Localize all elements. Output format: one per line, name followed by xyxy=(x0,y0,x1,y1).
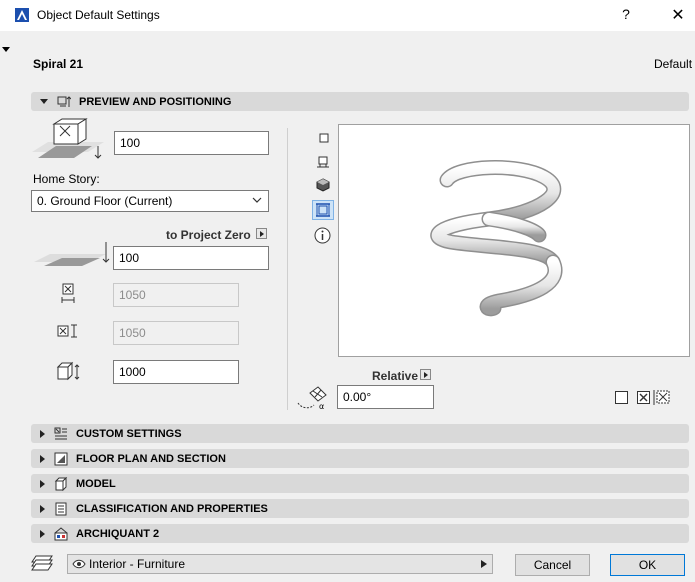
section-preview-positioning[interactable]: PREVIEW AND POSITIONING xyxy=(31,92,689,111)
ok-button[interactable]: OK xyxy=(610,554,685,576)
section-classification-and-properties[interactable]: CLASSIFICATION AND PROPERTIES xyxy=(31,499,689,518)
collapsed-triangle-icon xyxy=(40,504,45,513)
height-icon xyxy=(56,361,80,381)
info-icon[interactable] xyxy=(314,227,331,244)
floor-plan-icon xyxy=(54,452,68,465)
section-view-icon[interactable] xyxy=(316,155,330,169)
offset-from-story-icon xyxy=(32,118,104,159)
3d-view-icon[interactable] xyxy=(316,178,330,192)
cancel-button[interactable]: Cancel xyxy=(515,554,590,576)
elevation-field[interactable]: 100 xyxy=(113,246,269,270)
settings-mode-label: Default xyxy=(654,57,693,71)
section-label: ARCHIQUANT 2 xyxy=(76,527,160,540)
help-button[interactable]: ? xyxy=(616,6,636,22)
custom-settings-icon xyxy=(54,427,67,439)
mirror-checkbox[interactable] xyxy=(615,391,628,404)
section-label: FLOOR PLAN AND SECTION xyxy=(76,452,226,465)
layer-select[interactable]: Interior - Furniture xyxy=(67,554,493,574)
reference-level-popup-button[interactable] xyxy=(256,228,267,239)
section-archiquant[interactable]: ARCHIQUANT 2 xyxy=(31,524,689,543)
chevron-down-icon xyxy=(252,197,262,203)
offset-field[interactable]: 100 xyxy=(114,131,269,155)
layer-icon xyxy=(31,555,53,571)
spiral-preview-image xyxy=(430,160,563,317)
archiquant-icon xyxy=(54,526,68,540)
home-story-label: Home Story: xyxy=(33,172,100,186)
width-icon xyxy=(61,283,75,303)
home-story-select[interactable]: 0. Ground Floor (Current) xyxy=(31,190,269,212)
plan-view-icon[interactable] xyxy=(317,131,331,145)
window-title: Object Default Settings xyxy=(37,8,160,22)
expanded-triangle-icon xyxy=(40,99,48,104)
collapsed-triangle-icon xyxy=(40,529,45,538)
elevation-icon xyxy=(34,242,110,266)
mirror-y-icon[interactable] xyxy=(652,390,672,405)
close-button[interactable]: ✕ xyxy=(668,5,688,25)
classification-icon xyxy=(55,502,67,515)
section-label: MODEL xyxy=(76,477,116,490)
section-label: CUSTOM SETTINGS xyxy=(76,427,182,440)
svg-text:α: α xyxy=(319,402,324,411)
collapsed-triangle-icon xyxy=(40,479,45,488)
depth-field: 1050 xyxy=(113,321,239,345)
panel-separator xyxy=(287,128,288,410)
eye-icon xyxy=(72,559,86,569)
layer-value: Interior - Furniture xyxy=(89,557,186,571)
section-custom-settings[interactable]: CUSTOM SETTINGS xyxy=(31,424,689,443)
collapsed-triangle-icon xyxy=(40,454,45,463)
archicad-app-icon xyxy=(15,8,29,22)
parameters-view-icon[interactable] xyxy=(312,200,334,220)
object-name: Spiral 21 xyxy=(33,57,84,71)
height-field[interactable]: 1000 xyxy=(113,360,239,384)
section-label: CLASSIFICATION AND PROPERTIES xyxy=(76,502,268,515)
relative-label: Relative xyxy=(372,369,419,383)
depth-icon xyxy=(57,324,77,338)
home-story-value: 0. Ground Floor (Current) xyxy=(37,194,173,208)
rotation-angle-field[interactable]: 0.00° xyxy=(337,385,434,409)
section-floor-plan-and-section[interactable]: FLOOR PLAN AND SECTION xyxy=(31,449,689,468)
section-label: PREVIEW AND POSITIONING xyxy=(79,95,232,108)
width-field: 1050 xyxy=(113,283,239,307)
object-preview[interactable] xyxy=(338,124,690,357)
collapsed-triangle-icon xyxy=(40,429,45,438)
rotation-angle-icon: α xyxy=(297,386,327,411)
model-cube-icon xyxy=(54,476,68,491)
chevron-right-icon xyxy=(481,560,487,568)
reference-level-label: to Project Zero xyxy=(166,228,251,242)
collapse-arrow-icon[interactable] xyxy=(2,47,10,52)
section-model[interactable]: MODEL xyxy=(31,474,689,493)
mirror-x-icon[interactable] xyxy=(637,391,650,404)
relative-popup-button[interactable] xyxy=(420,369,431,380)
preview-positioning-icon xyxy=(57,95,71,107)
